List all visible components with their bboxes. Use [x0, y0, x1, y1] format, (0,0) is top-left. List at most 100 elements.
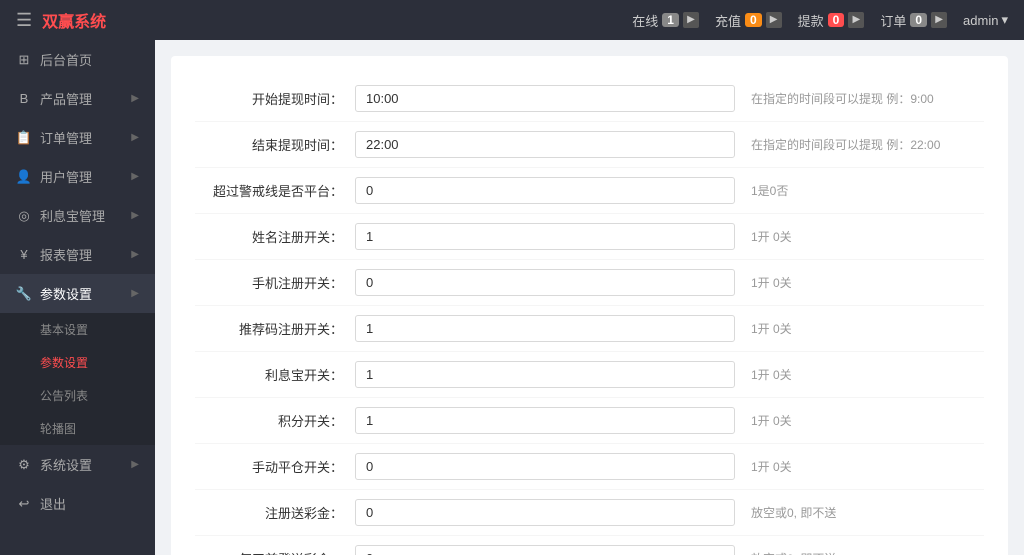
- form-hint-9: 放空或0, 即不送: [735, 504, 984, 521]
- form-input-3[interactable]: [355, 223, 735, 250]
- recharge-badge: 充值 0 ▶: [715, 11, 782, 30]
- input-field-3[interactable]: [355, 223, 735, 250]
- form-hint-6: 1开 0关: [735, 366, 984, 383]
- header: ☰ 双赢系统 在线 1 ▶ 充值 0 ▶ 提款 0 ▶ 订单 0 ▶ admin…: [0, 0, 1024, 40]
- system-icon: ⚙: [16, 457, 32, 473]
- form-row: 注册送彩金： 放空或0, 即不送: [195, 490, 984, 536]
- reports-arrow-icon: ▶: [131, 249, 139, 260]
- form-hint-3: 1开 0关: [735, 228, 984, 245]
- sidebar-item-dashboard[interactable]: ⊞ 后台首页: [0, 40, 155, 79]
- input-field-2[interactable]: [355, 177, 735, 204]
- form-label-6: 利息宝开关：: [195, 365, 355, 384]
- form-rows: 开始提现时间： 在指定的时间段可以提现 例：9:00 结束提现时间： 在指定的时…: [195, 76, 984, 555]
- order-icon: ▶: [931, 12, 947, 28]
- form-input-9[interactable]: [355, 499, 735, 526]
- app-logo: 双赢系统: [42, 8, 106, 32]
- order-label: 订单: [880, 11, 906, 30]
- withdraw-label: 提款: [798, 11, 824, 30]
- dashboard-icon: ⊞: [16, 52, 32, 68]
- form-row: 推荐码注册开关： 1开 0关: [195, 306, 984, 352]
- form-row: 结束提现时间： 在指定的时间段可以提现 例：22:00: [195, 122, 984, 168]
- sidebar-item-params-set[interactable]: 参数设置: [0, 346, 155, 379]
- recharge-count: 0: [745, 13, 762, 27]
- input-field-6[interactable]: [355, 361, 735, 388]
- withdraw-count: 0: [828, 13, 845, 27]
- online-badge: 在线 1 ▶: [632, 11, 699, 30]
- form-hint-7: 1开 0关: [735, 412, 984, 429]
- form-row: 超过警戒线是否平台： 1是0否: [195, 168, 984, 214]
- form-input-4[interactable]: [355, 269, 735, 296]
- logout-icon: ↩: [16, 496, 32, 512]
- sidebar: ⊞ 后台首页 B 产品管理 ▶ 📋 订单管理 ▶ 👤 用户管理 ▶: [0, 40, 155, 555]
- sidebar-item-users[interactable]: 👤 用户管理 ▶: [0, 157, 155, 196]
- users-icon: 👤: [16, 169, 32, 185]
- sidebar-item-system[interactable]: ⚙ 系统设置 ▶: [0, 445, 155, 484]
- form-row: 手机注册开关： 1开 0关: [195, 260, 984, 306]
- params-arrow-icon: ▶: [131, 288, 139, 299]
- form-label-9: 注册送彩金：: [195, 503, 355, 522]
- form-hint-5: 1开 0关: [735, 320, 984, 337]
- form-label-4: 手机注册开关：: [195, 273, 355, 292]
- content-card: 开始提现时间： 在指定的时间段可以提现 例：9:00 结束提现时间： 在指定的时…: [171, 56, 1008, 555]
- input-field-9[interactable]: [355, 499, 735, 526]
- params-icon: 🔧: [16, 286, 32, 302]
- orders-arrow-icon: ▶: [131, 132, 139, 143]
- interest-icon: ◎: [16, 208, 32, 224]
- form-label-2: 超过警戒线是否平台：: [195, 181, 355, 200]
- sidebar-item-params[interactable]: 🔧 参数设置 ▶: [0, 274, 155, 313]
- sidebar-label-reports: 报表管理: [40, 245, 92, 264]
- form-input-5[interactable]: [355, 315, 735, 342]
- input-field-1[interactable]: [355, 131, 735, 158]
- header-left: ☰ 双赢系统: [16, 8, 106, 32]
- withdraw-icon: ▶: [848, 12, 864, 28]
- form-row: 手动平仓开关： 1开 0关: [195, 444, 984, 490]
- sidebar-item-logout[interactable]: ↩ 退出: [0, 484, 155, 523]
- orders-icon: 📋: [16, 130, 32, 146]
- form-hint-10: 放空或0, 即不送: [735, 550, 984, 555]
- form-input-2[interactable]: [355, 177, 735, 204]
- form-hint-0: 在指定的时间段可以提现 例：9:00: [735, 90, 984, 107]
- form-label-5: 推荐码注册开关：: [195, 319, 355, 338]
- sidebar-item-interest[interactable]: ◎ 利息宝管理 ▶: [0, 196, 155, 235]
- sidebar-item-announcements[interactable]: 公告列表: [0, 379, 155, 412]
- sidebar-label-system: 系统设置: [40, 455, 92, 474]
- params-submenu: 基本设置 参数设置 公告列表 轮播图: [0, 313, 155, 445]
- input-field-5[interactable]: [355, 315, 735, 342]
- input-field-0[interactable]: [355, 85, 735, 112]
- sidebar-item-products[interactable]: B 产品管理 ▶: [0, 79, 155, 118]
- form-input-7[interactable]: [355, 407, 735, 434]
- sidebar-label-users: 用户管理: [40, 167, 92, 186]
- input-field-10[interactable]: [355, 545, 735, 555]
- sidebar-label-products: 产品管理: [40, 89, 92, 108]
- input-field-7[interactable]: [355, 407, 735, 434]
- form-hint-2: 1是0否: [735, 182, 984, 199]
- form-input-10[interactable]: [355, 545, 735, 555]
- form-input-6[interactable]: [355, 361, 735, 388]
- online-icon: ▶: [683, 12, 699, 28]
- input-field-8[interactable]: [355, 453, 735, 480]
- sidebar-label-params: 参数设置: [40, 284, 92, 303]
- system-arrow-icon: ▶: [131, 459, 139, 470]
- form-input-1[interactable]: [355, 131, 735, 158]
- users-arrow-icon: ▶: [131, 171, 139, 182]
- admin-menu[interactable]: admin ▾: [963, 12, 1008, 28]
- sidebar-item-orders[interactable]: 📋 订单管理 ▶: [0, 118, 155, 157]
- layout: ⊞ 后台首页 B 产品管理 ▶ 📋 订单管理 ▶ 👤 用户管理 ▶: [0, 40, 1024, 555]
- sidebar-item-basic[interactable]: 基本设置: [0, 313, 155, 346]
- form-label-1: 结束提现时间：: [195, 135, 355, 154]
- input-field-4[interactable]: [355, 269, 735, 296]
- header-right: 在线 1 ▶ 充值 0 ▶ 提款 0 ▶ 订单 0 ▶ admin ▾: [632, 11, 1008, 30]
- interest-arrow-icon: ▶: [131, 210, 139, 221]
- sidebar-label-orders: 订单管理: [40, 128, 92, 147]
- recharge-icon: ▶: [766, 12, 782, 28]
- form-input-8[interactable]: [355, 453, 735, 480]
- main-content: 开始提现时间： 在指定的时间段可以提现 例：9:00 结束提现时间： 在指定的时…: [155, 40, 1024, 555]
- sidebar-item-carousel[interactable]: 轮播图: [0, 412, 155, 445]
- form-label-7: 积分开关：: [195, 411, 355, 430]
- form-label-10: 每天首登送彩金：: [195, 549, 355, 555]
- form-label-3: 姓名注册开关：: [195, 227, 355, 246]
- form-input-0[interactable]: [355, 85, 735, 112]
- hamburger-icon[interactable]: ☰: [16, 10, 32, 31]
- withdraw-badge: 提款 0 ▶: [798, 11, 865, 30]
- sidebar-item-reports[interactable]: ¥ 报表管理 ▶: [0, 235, 155, 274]
